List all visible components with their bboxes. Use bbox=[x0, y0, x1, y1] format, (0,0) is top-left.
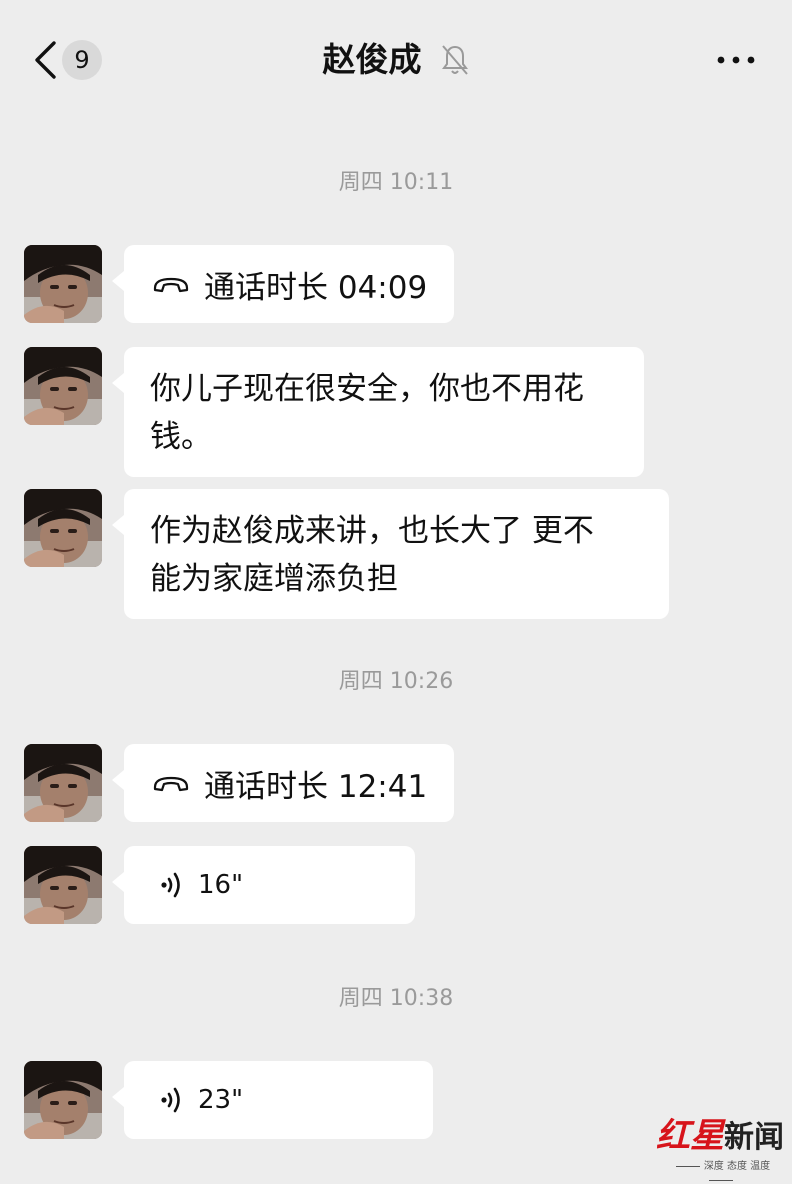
call-duration-text: 通话时长 12:41 bbox=[204, 768, 428, 805]
voice-message-bubble[interactable]: 23" bbox=[112, 1061, 433, 1139]
voice-wave-icon bbox=[161, 1087, 180, 1113]
avatar[interactable] bbox=[24, 347, 102, 425]
unread-count-badge: 9 bbox=[62, 40, 102, 80]
watermark-brand-dark: 新闻 bbox=[724, 1120, 784, 1155]
avatar[interactable] bbox=[24, 245, 102, 323]
message-timestamp: 周四 10:26 bbox=[338, 669, 454, 694]
text-message-bubble[interactable]: 你儿子现在很安全，你也不用花 钱。 bbox=[112, 347, 644, 477]
bell-off-icon bbox=[441, 45, 468, 75]
voice-duration-text: 16" bbox=[198, 870, 244, 900]
chat-header: 9 赵俊成 bbox=[0, 0, 792, 108]
phone-hangup-icon bbox=[153, 776, 189, 792]
news-watermark-logo: 红星新闻 深度 态度 温度 bbox=[656, 1112, 786, 1176]
message-text-line: 作为赵俊成来讲，也长大了 更不 bbox=[150, 513, 594, 549]
avatar[interactable] bbox=[24, 489, 102, 567]
chevron-left-icon bbox=[35, 41, 56, 79]
avatar[interactable] bbox=[24, 744, 102, 822]
message-text-line: 钱。 bbox=[150, 419, 212, 455]
call-duration-text: 通话时长 04:09 bbox=[204, 269, 428, 306]
chat-title: 赵俊成 bbox=[322, 40, 422, 79]
phone-hangup-icon bbox=[153, 277, 189, 293]
message-timestamp: 周四 10:11 bbox=[338, 170, 454, 195]
watermark-brand-red: 红星 bbox=[656, 1116, 724, 1156]
more-options-button[interactable] bbox=[716, 46, 756, 74]
message-timestamp: 周四 10:38 bbox=[338, 986, 454, 1011]
back-button[interactable]: 9 bbox=[22, 36, 112, 84]
avatar[interactable] bbox=[24, 846, 102, 924]
voice-wave-icon bbox=[161, 872, 180, 898]
text-message-bubble[interactable]: 作为赵俊成来讲，也长大了 更不 能为家庭增添负担 bbox=[112, 489, 669, 619]
voice-duration-text: 23" bbox=[198, 1085, 244, 1115]
watermark-tagline: 深度 态度 温度 bbox=[656, 1160, 786, 1184]
call-record-bubble[interactable]: 通话时长 04:09 bbox=[112, 245, 454, 323]
message-text-line: 你儿子现在很安全，你也不用花 bbox=[150, 371, 584, 407]
avatar[interactable] bbox=[24, 1061, 102, 1139]
call-record-bubble[interactable]: 通话时长 12:41 bbox=[112, 744, 454, 822]
voice-message-bubble[interactable]: 16" bbox=[112, 846, 415, 924]
message-text-line: 能为家庭增添负担 bbox=[150, 561, 398, 597]
chat-screen: 9 赵俊成 周四 10:11 通话时长 04:09 你儿子现在很安全，你也不用花… bbox=[0, 0, 792, 1184]
